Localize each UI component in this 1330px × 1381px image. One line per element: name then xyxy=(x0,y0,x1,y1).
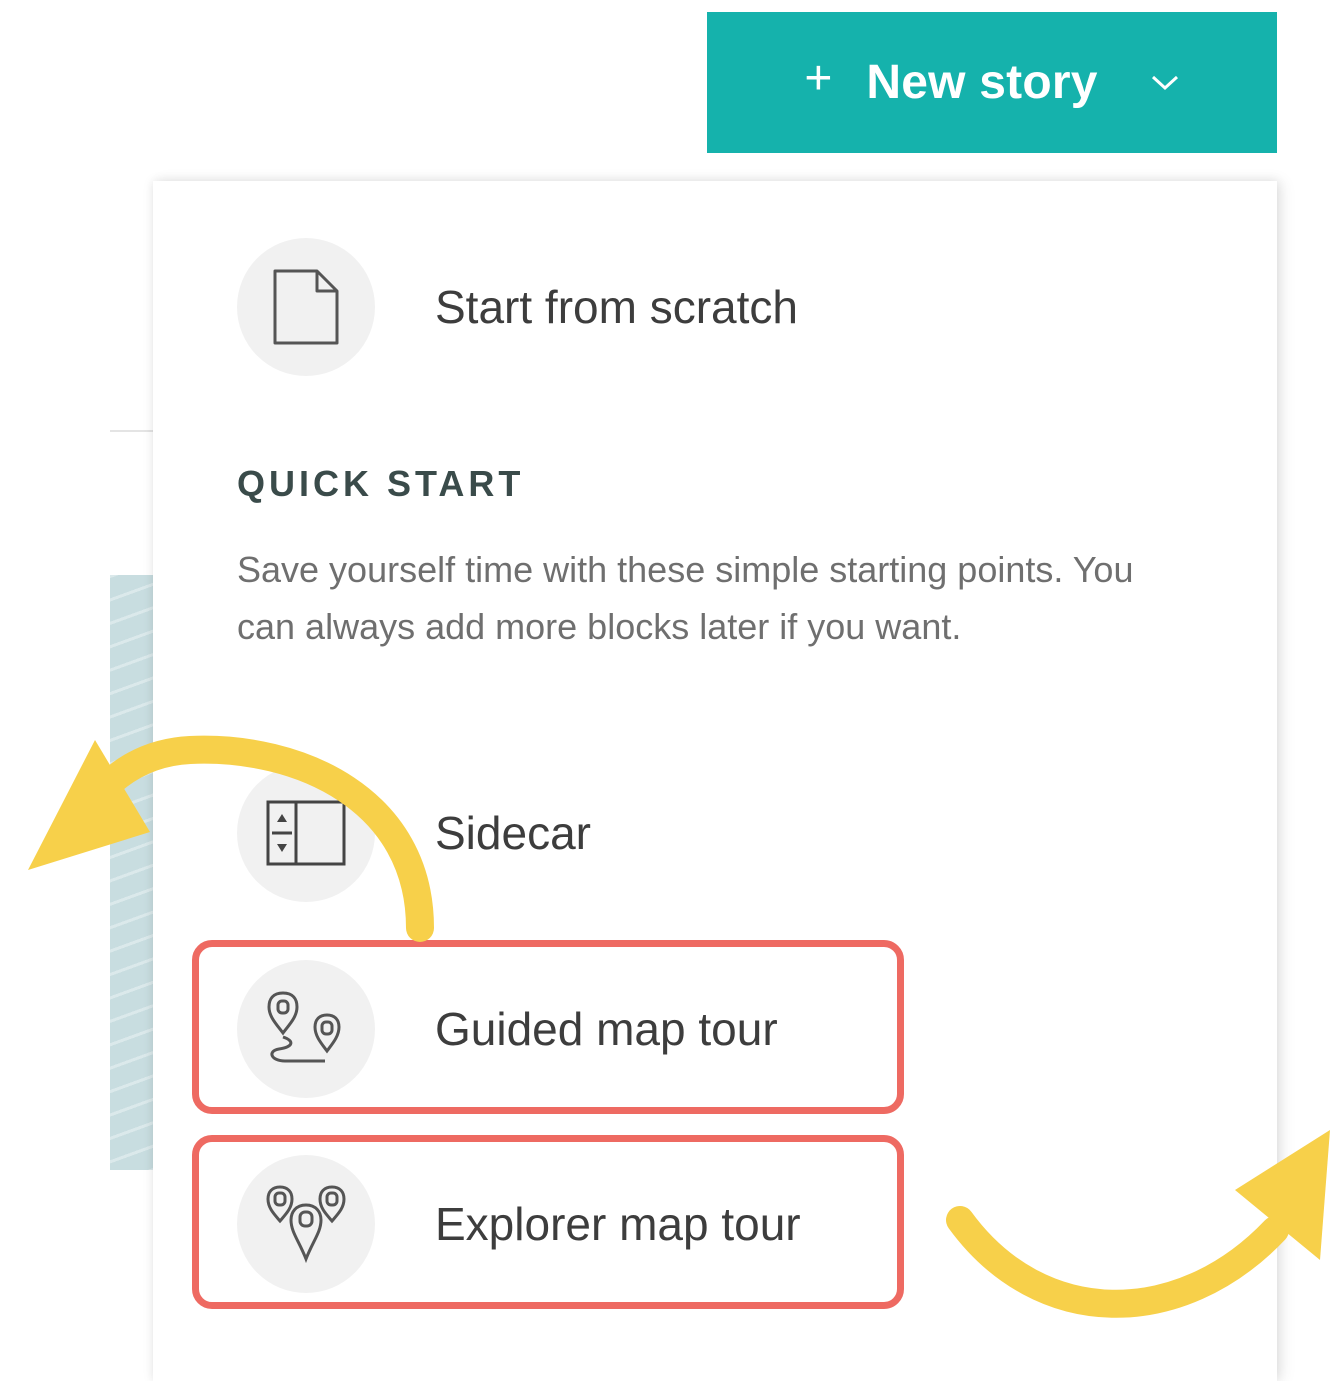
quick-start-heading: QUICK START xyxy=(237,463,525,504)
start-from-scratch-label: Start from scratch xyxy=(435,281,798,333)
plus-icon: + xyxy=(804,51,833,105)
guided-map-tour-label: Guided map tour xyxy=(435,1003,778,1055)
explorer-tour-pins-icon xyxy=(237,1155,375,1293)
chevron-down-icon xyxy=(1150,74,1180,92)
new-story-label: New story xyxy=(866,56,1098,109)
new-story-dropdown: Start from scratch QUICK START Save your… xyxy=(153,181,1277,1381)
blank-page-icon xyxy=(237,238,375,376)
quick-start-description: Save yourself time with these simple sta… xyxy=(237,549,1134,647)
sidecar-layout-icon xyxy=(237,764,375,902)
guided-map-tour-option[interactable]: Guided map tour xyxy=(153,960,1277,1100)
guided-tour-pins-icon xyxy=(237,960,375,1098)
explorer-map-tour-option[interactable]: Explorer map tour xyxy=(153,1155,1277,1295)
start-from-scratch-option[interactable]: Start from scratch xyxy=(153,238,1277,378)
sidecar-option[interactable]: Sidecar xyxy=(153,764,1277,904)
explorer-map-tour-label: Explorer map tour xyxy=(435,1198,801,1250)
new-story-button[interactable]: + New story xyxy=(707,12,1277,153)
sidecar-label: Sidecar xyxy=(435,807,591,859)
